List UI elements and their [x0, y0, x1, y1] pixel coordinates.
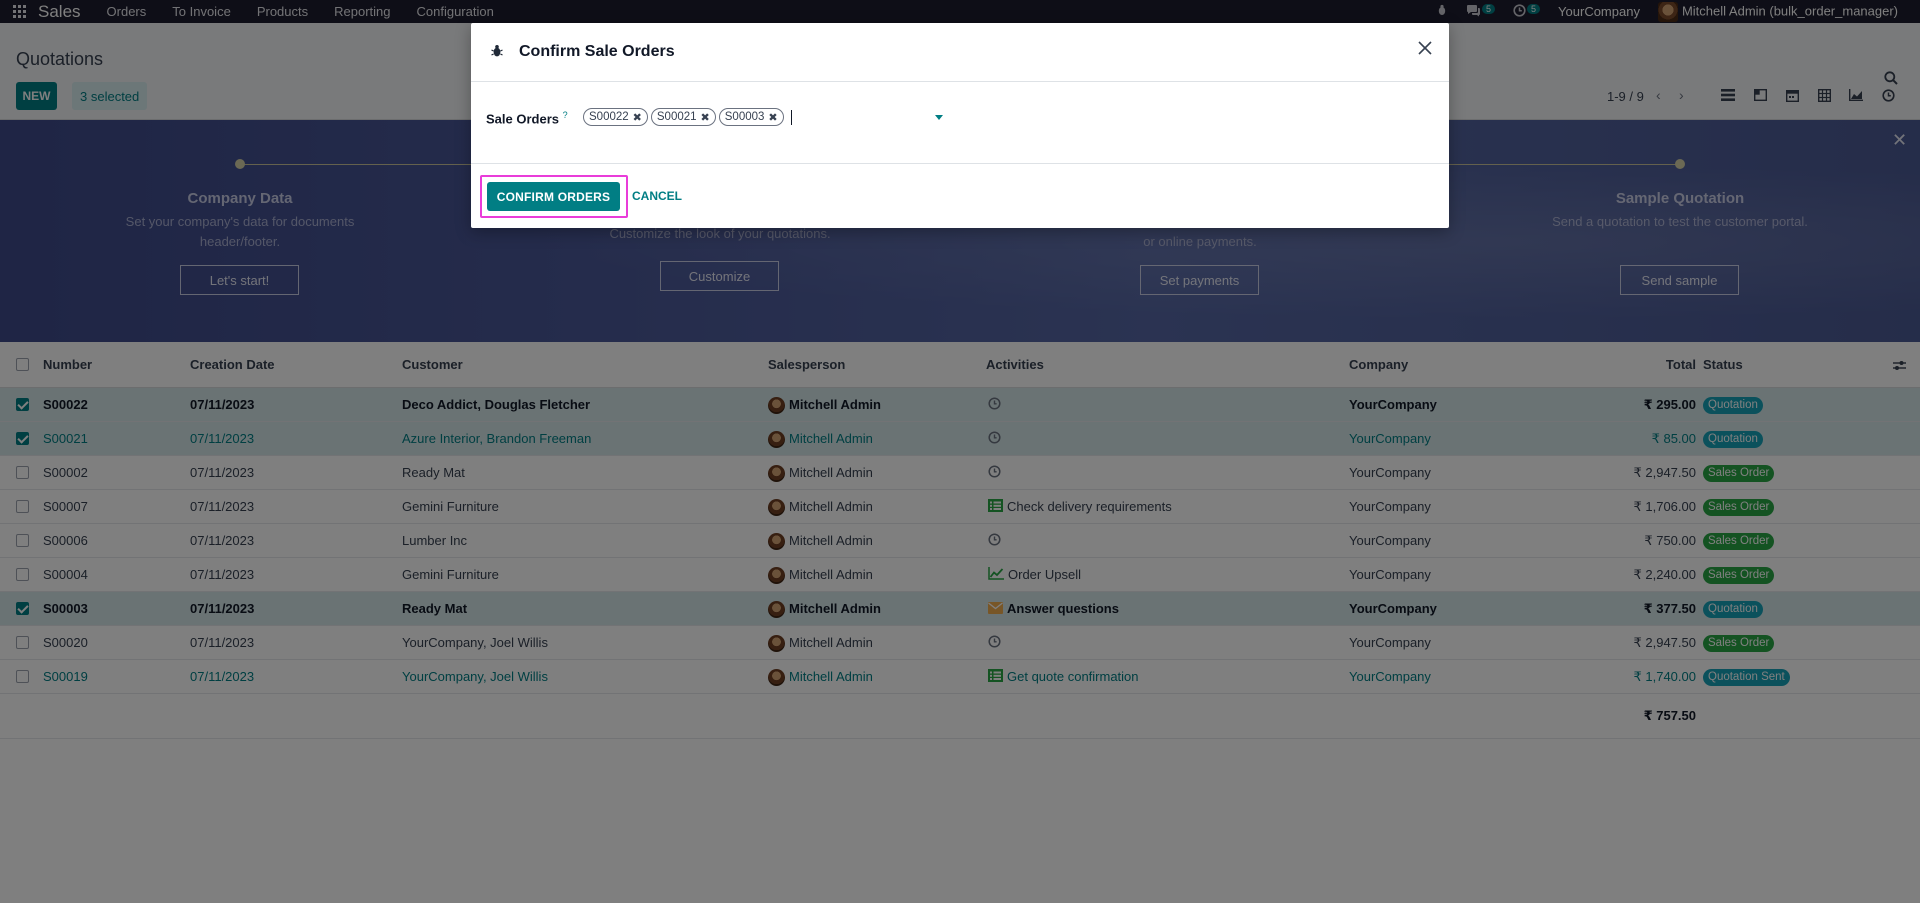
- tag-label: S00003: [724, 111, 765, 123]
- cancel-button[interactable]: CANCEL: [632, 182, 682, 211]
- tag-label: S00021: [656, 111, 697, 123]
- close-icon[interactable]: [1418, 41, 1432, 55]
- help-tooltip-icon[interactable]: ?: [563, 110, 568, 120]
- tag-s00022: S00022 ✖: [583, 108, 648, 126]
- dialog-header: Confirm Sale Orders: [471, 23, 1449, 82]
- confirm-orders-button[interactable]: CONFIRM ORDERS: [487, 182, 620, 211]
- remove-tag-icon[interactable]: ✖: [768, 111, 777, 124]
- tag-s00021: S00021 ✖: [650, 108, 716, 126]
- bug-icon: [491, 45, 503, 57]
- tag-label: S00022: [589, 111, 629, 123]
- confirm-sale-orders-dialog: Confirm Sale Orders Sale Orders ? S00022…: [471, 23, 1449, 228]
- tag-s00003: S00003 ✖: [718, 108, 784, 126]
- dropdown-caret-icon[interactable]: [935, 115, 943, 120]
- dialog-body: Sale Orders ? S00022 ✖ S00021 ✖ S00003 ✖: [471, 82, 1449, 164]
- tags-text-input[interactable]: [790, 109, 792, 125]
- remove-tag-icon[interactable]: ✖: [633, 111, 642, 124]
- sale-orders-many2many-field[interactable]: S00022 ✖ S00021 ✖ S00003 ✖: [583, 108, 792, 126]
- dialog-title: Confirm Sale Orders: [519, 43, 675, 60]
- dialog-footer: CONFIRM ORDERS CANCEL: [471, 164, 1449, 228]
- remove-tag-icon[interactable]: ✖: [701, 111, 710, 124]
- sale-orders-label: Sale Orders ?: [486, 110, 568, 126]
- sale-orders-label-text: Sale Orders: [486, 111, 559, 127]
